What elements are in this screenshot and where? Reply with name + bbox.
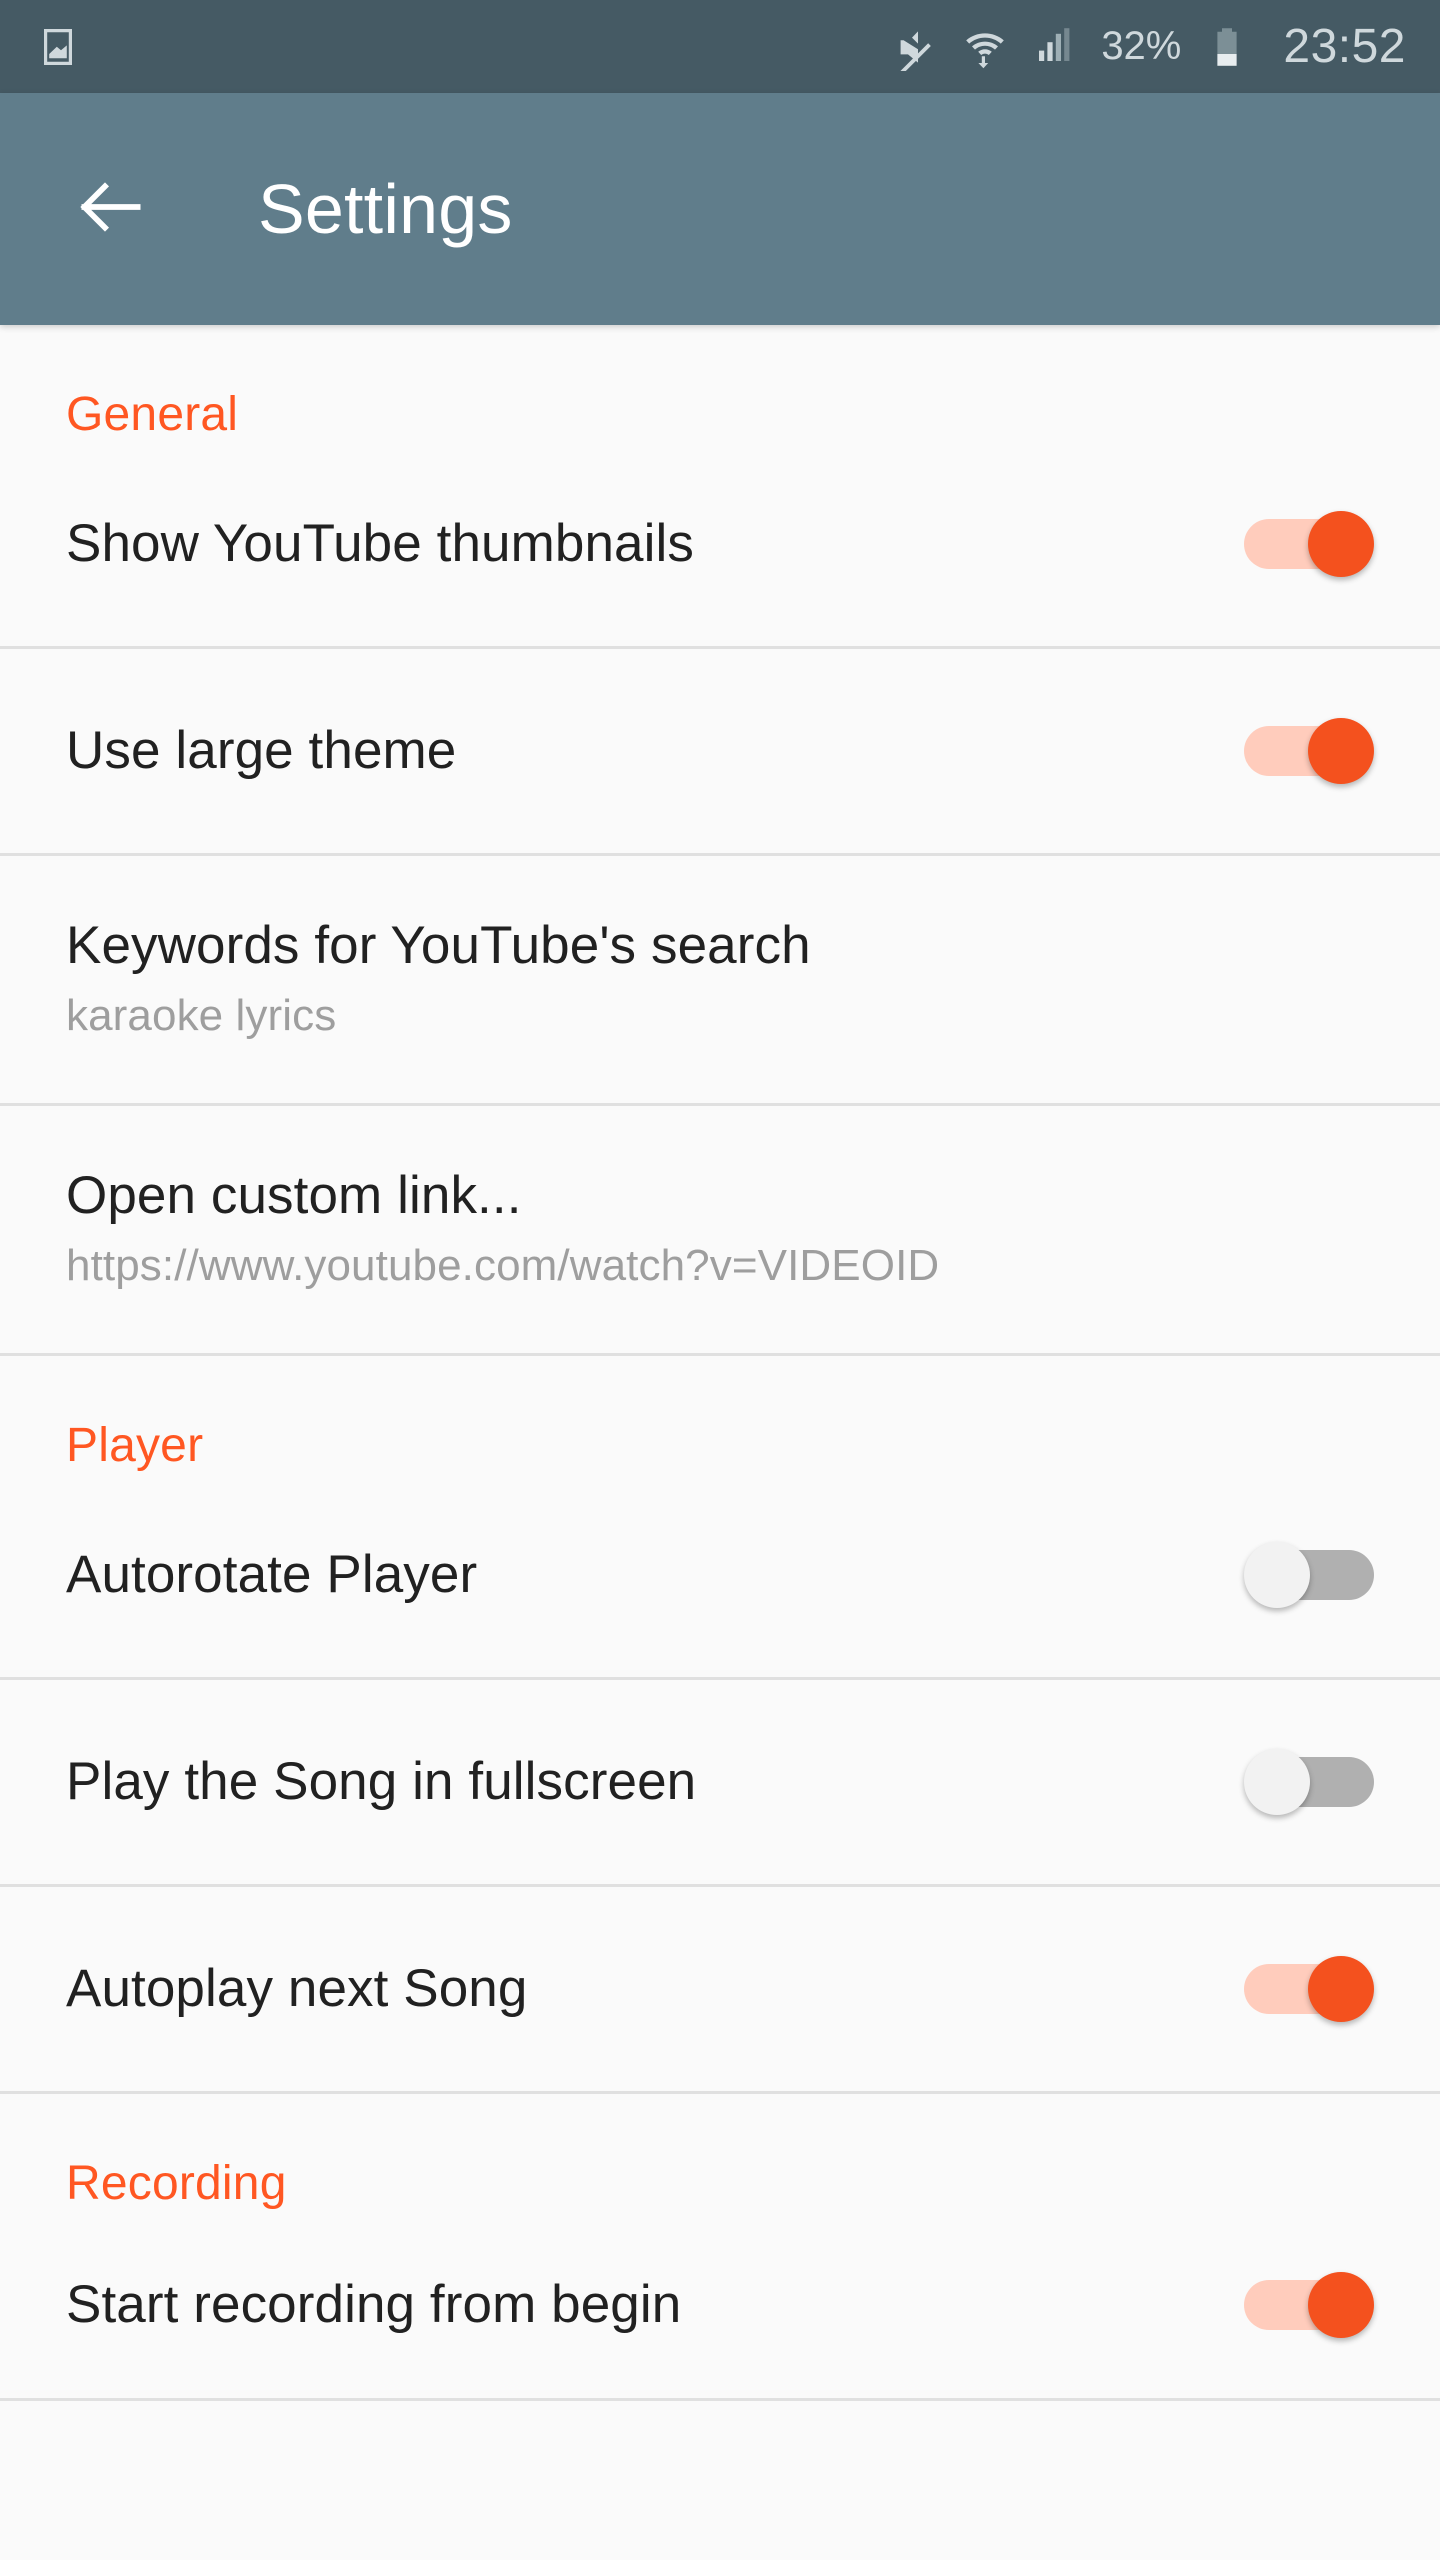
- setting-row-texts: Start recording from begin: [66, 2275, 1214, 2334]
- toggle-thumb: [1308, 2271, 1374, 2338]
- clock-label: 23:52: [1283, 20, 1406, 73]
- toggle-show-youtube-thumbnails[interactable]: [1244, 511, 1374, 577]
- section-header-general: General: [66, 388, 239, 441]
- setting-row-texts: Use large theme: [66, 721, 1214, 780]
- setting-row-play-the-song-in-fullscreen[interactable]: Play the Song in fullscreen: [0, 1680, 1440, 1887]
- setting-title: Show YouTube thumbnails: [66, 514, 694, 574]
- setting-title: Open custom link...: [66, 1166, 522, 1226]
- setting-row-open-custom-link[interactable]: Open custom link... https://www.youtube.c…: [0, 1106, 1440, 1356]
- status-bar-indicators: 32% 23:52: [891, 19, 1406, 74]
- setting-row-texts: Play the Song in fullscreen: [66, 1752, 1214, 1811]
- app-bar: Settings: [0, 93, 1440, 325]
- setting-row-autorotate-player[interactable]: Autorotate Player: [0, 1473, 1440, 1680]
- settings-list[interactable]: General Show YouTube thumbnails Use large …: [0, 325, 1440, 2560]
- toggle-thumb: [1308, 1956, 1374, 2022]
- toggle-autorotate-player[interactable]: [1244, 1542, 1374, 1608]
- status-bar: 32% 23:52: [0, 0, 1440, 93]
- battery-percent-label: 32%: [1101, 24, 1182, 68]
- section-header-recording: Recording: [66, 2157, 287, 2210]
- battery-icon: [1203, 23, 1251, 71]
- image-notification-icon: [34, 23, 82, 71]
- setting-subtitle: karaoke lyrics: [66, 990, 337, 1040]
- toggle-autoplay-next-song[interactable]: [1244, 1956, 1374, 2022]
- setting-row-texts: Autorotate Player: [66, 1545, 1214, 1604]
- wifi-icon: [961, 23, 1009, 71]
- page-title: Settings: [258, 170, 513, 248]
- setting-row-use-large-theme[interactable]: Use large theme: [0, 649, 1440, 856]
- setting-title: Play the Song in fullscreen: [66, 1752, 697, 1812]
- toggle-thumb: [1308, 718, 1374, 784]
- status-bar-notifications: [34, 23, 891, 71]
- setting-row-autoplay-next-song[interactable]: Autoplay next Song: [0, 1887, 1440, 2094]
- setting-row-texts: Open custom link... https://www.youtube.c…: [66, 1166, 1374, 1292]
- setting-title: Autoplay next Song: [66, 1959, 528, 2019]
- setting-title: Use large theme: [66, 721, 457, 781]
- setting-title: Keywords for YouTube's search: [66, 916, 811, 976]
- setting-title: Start recording from begin: [66, 2274, 682, 2334]
- setting-row-show-youtube-thumbnails[interactable]: Show YouTube thumbnails: [0, 442, 1440, 649]
- cellular-signal-icon: [1031, 23, 1079, 71]
- setting-row-texts: Autoplay next Song: [66, 1959, 1214, 2018]
- back-button[interactable]: [68, 166, 154, 252]
- toggle-thumb: [1244, 1749, 1310, 1815]
- back-arrow-icon: [71, 167, 151, 252]
- setting-row-keywords-for-youtube-s-search[interactable]: Keywords for YouTube's search karaoke lyr…: [0, 856, 1440, 1106]
- toggle-use-large-theme[interactable]: [1244, 718, 1374, 784]
- setting-row-texts: Show YouTube thumbnails: [66, 514, 1214, 573]
- toggle-play-the-song-in-fullscreen[interactable]: [1244, 1749, 1374, 1815]
- toggle-start-recording-from-begin[interactable]: [1244, 2271, 1374, 2338]
- volume-mute-icon: [891, 23, 939, 71]
- setting-row-texts: Keywords for YouTube's search karaoke lyr…: [66, 916, 1374, 1042]
- setting-title: Autorotate Player: [66, 1545, 478, 1605]
- section-header-player: Player: [66, 1419, 204, 1472]
- setting-subtitle: https://www.youtube.com/watch?v=VIDEOID: [66, 1240, 940, 1290]
- setting-row-start-recording-from-begin[interactable]: Start recording from begin: [0, 2211, 1440, 2401]
- toggle-thumb: [1244, 1542, 1310, 1608]
- toggle-thumb: [1308, 511, 1374, 577]
